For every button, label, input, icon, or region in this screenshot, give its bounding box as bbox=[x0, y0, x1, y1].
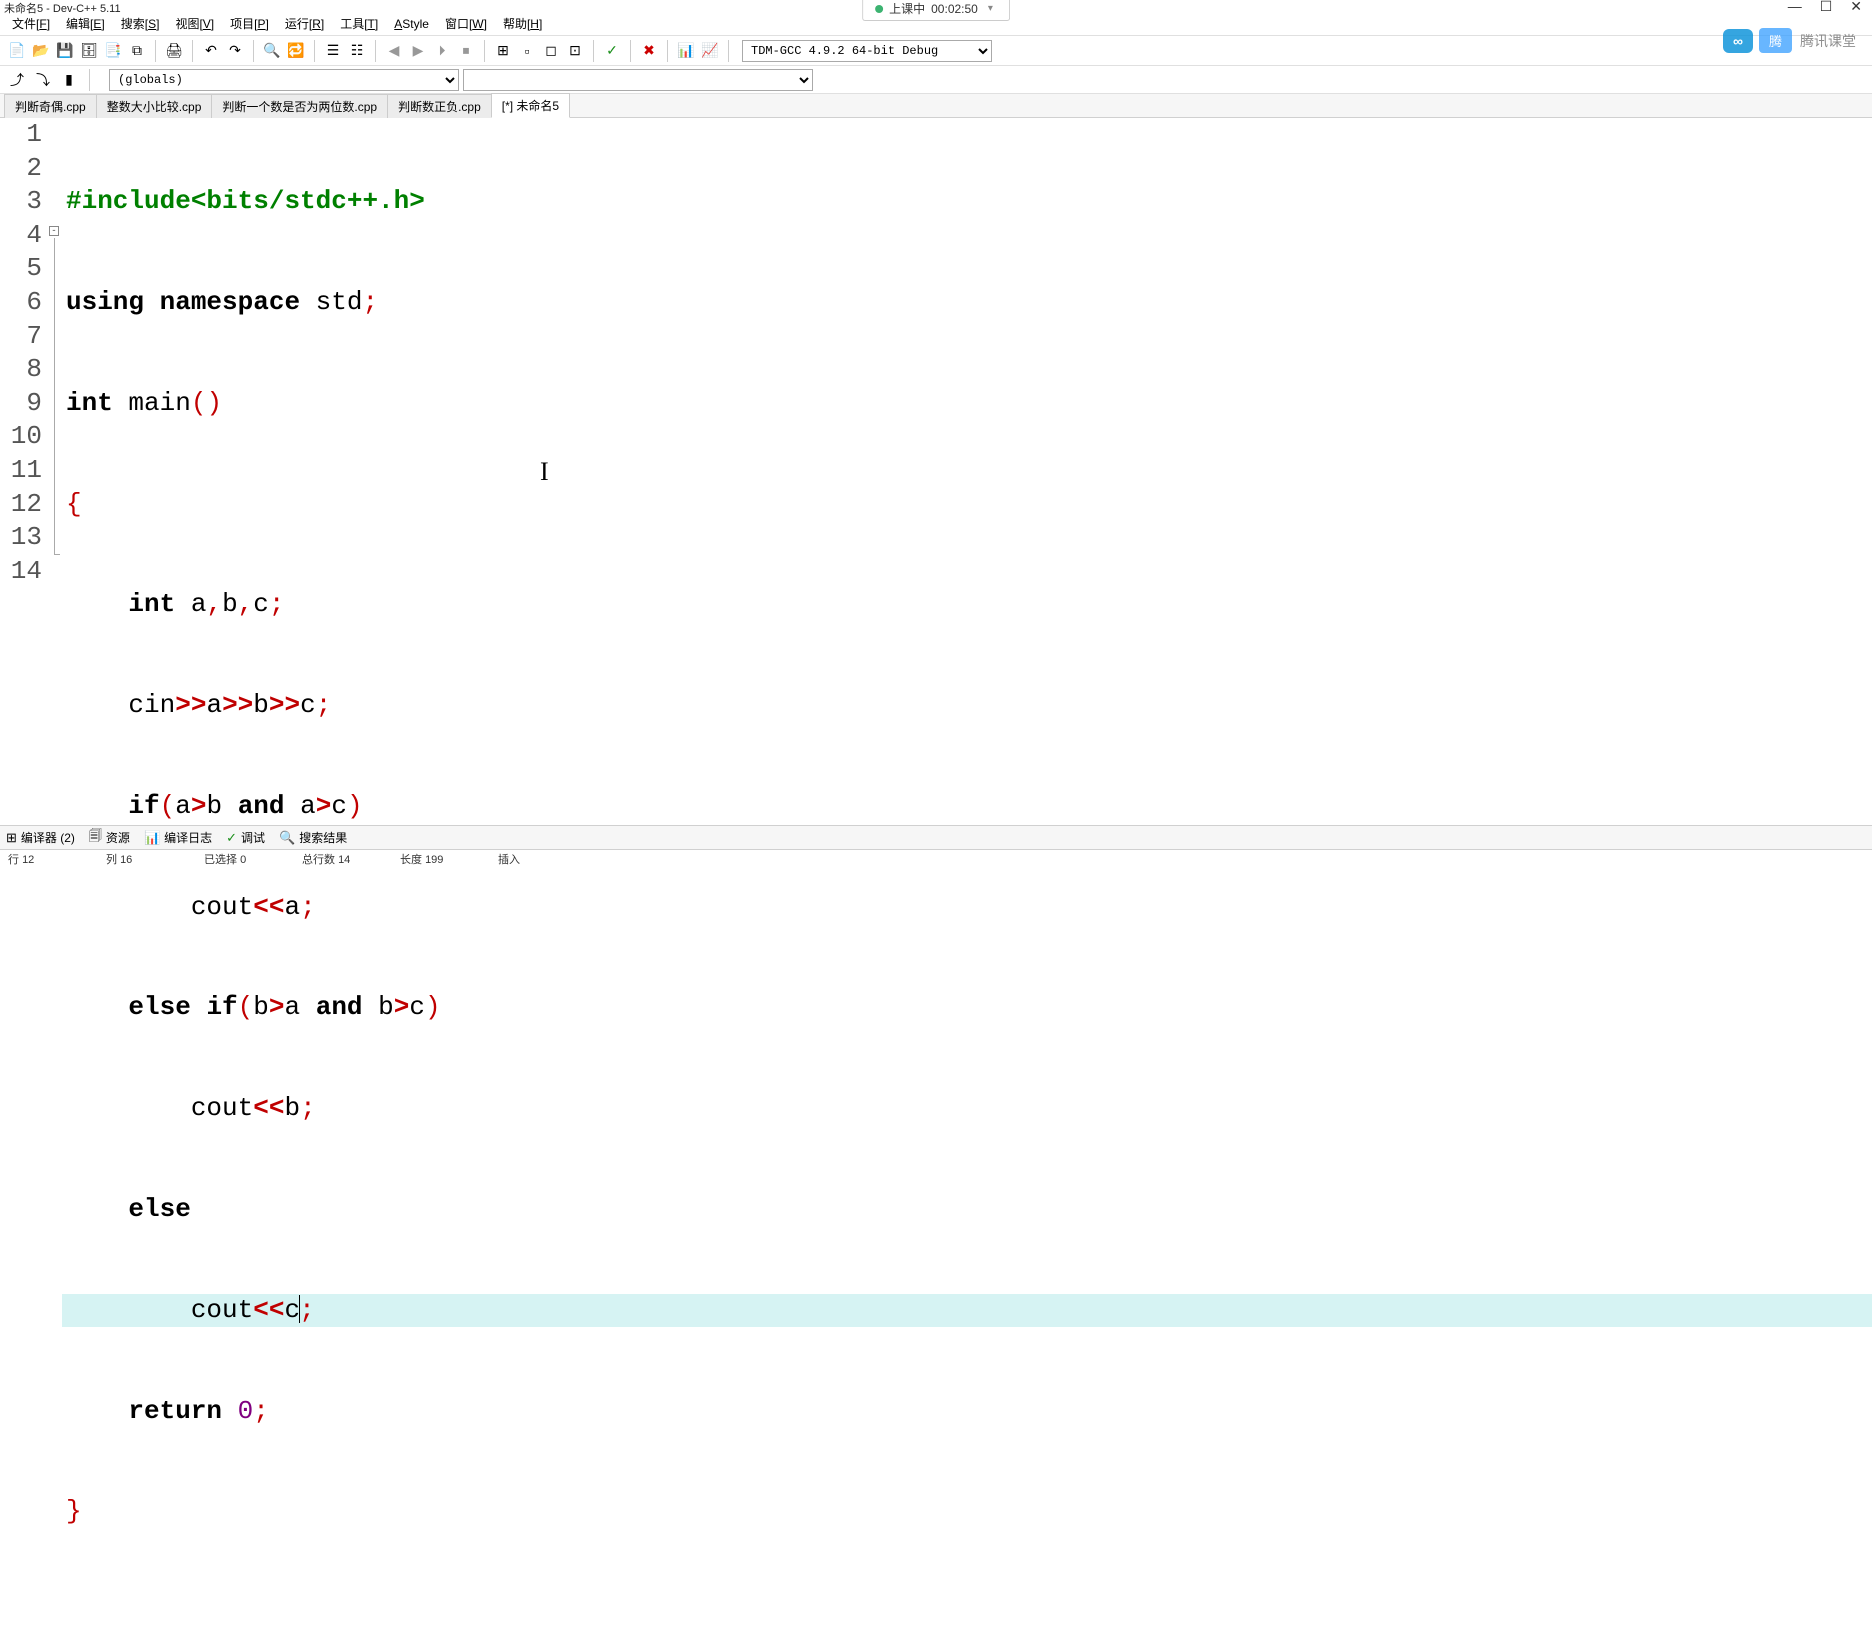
window-controls: — ☐ ✕ bbox=[1788, 0, 1862, 15]
rebuild-icon[interactable]: ⊡ bbox=[564, 40, 586, 62]
chart-icon[interactable]: 📈 bbox=[699, 40, 721, 62]
save-icon[interactable]: 💾 bbox=[54, 40, 76, 62]
print-icon[interactable]: 🖨 bbox=[163, 40, 185, 62]
scope-select[interactable]: (globals) bbox=[109, 69, 459, 91]
step-out-icon[interactable]: ⤴ bbox=[6, 69, 28, 91]
run-icon[interactable]: ▫ bbox=[516, 40, 538, 62]
recording-time: 00:02:50 bbox=[931, 2, 978, 16]
tab-file-3[interactable]: 判断一个数是否为两位数.cpp bbox=[211, 94, 388, 118]
close-button[interactable]: ✕ bbox=[1850, 0, 1862, 15]
tab-file-4[interactable]: 判断数正负.cpp bbox=[387, 94, 492, 118]
tab-file-5[interactable]: [*] 未命名5 bbox=[491, 93, 570, 118]
menu-astyle[interactable]: AStyle bbox=[388, 15, 435, 33]
code-text[interactable]: #include<bits/stdc++.h> using namespace … bbox=[62, 118, 1872, 825]
code-editor[interactable]: 1 2 3 4 5 6 7 8 9 10 11 12 13 14 - #incl… bbox=[0, 118, 1872, 825]
save-as-icon[interactable]: 📑 bbox=[102, 40, 124, 62]
menu-run[interactable]: 运行[R] bbox=[279, 13, 330, 34]
step-in-icon[interactable]: ⤵ bbox=[32, 69, 54, 91]
menu-search[interactable]: 搜索[S] bbox=[115, 13, 166, 34]
bookmark-icon[interactable]: ☷ bbox=[346, 40, 368, 62]
breakpoint-icon[interactable]: ▮ bbox=[58, 69, 80, 91]
tab-file-2[interactable]: 整数大小比较.cpp bbox=[96, 94, 213, 118]
watermark-brand: 腾讯课堂 bbox=[1800, 31, 1856, 51]
new-file-icon[interactable]: 📄 bbox=[6, 40, 28, 62]
open-file-icon[interactable]: 📂 bbox=[30, 40, 52, 62]
compiler-panel-icon: ⊞ bbox=[6, 830, 17, 846]
nav-stop-icon[interactable]: ⏹ bbox=[455, 40, 477, 62]
recording-dot-icon bbox=[875, 5, 883, 13]
menu-tools[interactable]: 工具[T] bbox=[334, 13, 384, 34]
menu-edit[interactable]: 编辑[E] bbox=[60, 13, 111, 34]
redo-icon[interactable]: ↷ bbox=[224, 40, 246, 62]
close-file-icon[interactable]: ⧉ bbox=[126, 40, 148, 62]
fold-margin[interactable]: - bbox=[48, 118, 62, 825]
watermark: ∞ 腾 腾讯课堂 bbox=[1723, 28, 1856, 53]
goto-line-icon[interactable]: ☰ bbox=[322, 40, 344, 62]
nav-back-icon[interactable]: ◀ bbox=[383, 40, 405, 62]
menu-file[interactable]: 文件[F] bbox=[6, 13, 56, 34]
recording-label: 上课中 bbox=[889, 0, 925, 17]
chevron-down-icon: ▾ bbox=[988, 3, 993, 14]
profile-icon[interactable]: 📊 bbox=[675, 40, 697, 62]
menu-project[interactable]: 项目[P] bbox=[224, 13, 275, 34]
compiler-select[interactable]: TDM-GCC 4.9.2 64-bit Debug bbox=[742, 40, 992, 62]
ibeam-cursor-icon: I bbox=[540, 455, 549, 489]
stop-icon[interactable]: ✖ bbox=[638, 40, 660, 62]
find-icon[interactable]: 🔍 bbox=[261, 40, 283, 62]
nav-list-icon[interactable]: ⏵ bbox=[431, 40, 453, 62]
watermark-badge: 腾 bbox=[1759, 28, 1792, 53]
minimize-button[interactable]: — bbox=[1788, 0, 1802, 15]
menu-view[interactable]: 视图[V] bbox=[169, 13, 220, 34]
file-tabs: 判断奇偶.cpp 整数大小比较.cpp 判断一个数是否为两位数.cpp 判断数正… bbox=[0, 94, 1872, 118]
compile-run-icon[interactable]: ◻ bbox=[540, 40, 562, 62]
toolbar-main: 📄 📂 💾 🗄 📑 ⧉ 🖨 ↶ ↷ 🔍 🔁 ☰ ☷ ◀ ▶ ⏵ ⏹ ⊞ ▫ ◻ … bbox=[0, 36, 1872, 66]
replace-icon[interactable]: 🔁 bbox=[285, 40, 307, 62]
tab-file-1[interactable]: 判断奇偶.cpp bbox=[4, 94, 97, 118]
undo-icon[interactable]: ↶ bbox=[200, 40, 222, 62]
cloud-icon: ∞ bbox=[1723, 29, 1753, 53]
menu-window[interactable]: 窗口[W] bbox=[439, 13, 493, 34]
toolbar-nav: ⤴ ⤵ ▮ (globals) bbox=[0, 66, 1872, 94]
member-select[interactable] bbox=[463, 69, 813, 91]
maximize-button[interactable]: ☐ bbox=[1820, 0, 1833, 15]
save-all-icon[interactable]: 🗄 bbox=[78, 40, 100, 62]
recording-badge[interactable]: 上课中 00:02:50 ▾ bbox=[862, 0, 1010, 21]
debug-icon[interactable]: ✓ bbox=[601, 40, 623, 62]
line-gutter: 1 2 3 4 5 6 7 8 9 10 11 12 13 14 bbox=[0, 118, 48, 825]
nav-fwd-icon[interactable]: ▶ bbox=[407, 40, 429, 62]
menu-help[interactable]: 帮助[H] bbox=[497, 13, 548, 34]
fold-toggle-icon[interactable]: - bbox=[49, 226, 59, 236]
compile-icon[interactable]: ⊞ bbox=[492, 40, 514, 62]
